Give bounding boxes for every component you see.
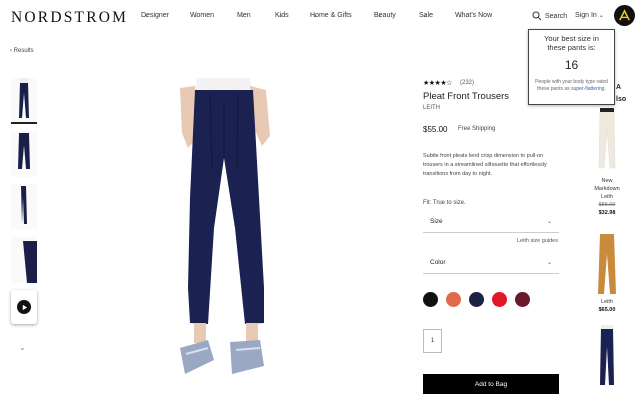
product-price: $55.00 [423,125,448,134]
search-label: Search [545,12,568,20]
quantity-select[interactable]: 1 [423,329,442,353]
size-guide-link[interactable]: Leith size guides [517,238,558,244]
thumbnail-4[interactable] [11,237,37,283]
rec-item-3-image[interactable] [594,325,620,389]
search-icon [532,11,542,21]
chevron-down-icon: ⌄ [546,260,552,266]
thumbnail-1[interactable] [11,78,37,124]
color-swatches [423,292,530,307]
swatch-burgundy[interactable] [515,292,530,307]
review-count[interactable]: (232) [460,80,474,86]
rec-item-2-image[interactable] [594,232,620,296]
fit-info: Fit: True to size. [423,200,466,206]
popup-note: People with your body type rated these p… [535,79,608,92]
sign-in-button[interactable]: Sign In ⌄ [575,12,604,19]
size-popup: Your best size in these pants is: 16 Peo… [528,29,615,105]
swatch-black[interactable] [423,292,438,307]
play-icon [17,300,31,314]
rating-stars[interactable]: ★★★★☆ [423,79,452,87]
swatch-coral[interactable] [446,292,461,307]
chevron-down-icon[interactable]: ⌄ [19,343,26,352]
rec-item-1-image[interactable] [594,108,620,172]
color-label: Color [430,259,446,266]
nordstrom-logo[interactable]: NORDSTROM [11,9,128,27]
size-label: Size [430,218,443,225]
recommendations-header: Also [616,84,627,103]
popup-size: 16 [564,58,579,72]
thumbnail-3[interactable] [11,184,37,230]
product-brand[interactable]: LEITH [423,105,440,111]
product-main-image[interactable] [150,78,300,378]
thumbnail-list [11,78,41,290]
add-to-bag-button[interactable]: Add to Bag [423,374,559,394]
swatch-red[interactable] [492,292,507,307]
color-select[interactable]: Color ⌄ [423,252,559,274]
popup-title: Your best size in these pants is: [544,34,599,52]
shipping-info: Free Shipping [458,126,496,132]
rec-item-2-label[interactable]: Leith $65.00 [588,298,626,314]
chevron-down-icon: ⌄ [546,219,552,225]
thumbnail-2[interactable] [11,131,37,177]
product-title: Pleat Front Trousers [423,91,510,102]
product-description: Subtle front pleats lend crisp dimension… [423,153,547,177]
back-to-results-link[interactable]: ‹ Results [10,48,34,54]
swatch-navy[interactable] [469,292,484,307]
popup-note-link[interactable]: super-flattering [571,86,604,92]
extension-icon[interactable] [614,5,635,26]
size-select[interactable]: Size ⌄ [423,211,559,233]
rec-item-1-label[interactable]: New Markdown Leith $55.00 $32.98 [588,177,626,217]
search-button[interactable]: Search [532,11,567,21]
video-button[interactable] [11,290,37,324]
